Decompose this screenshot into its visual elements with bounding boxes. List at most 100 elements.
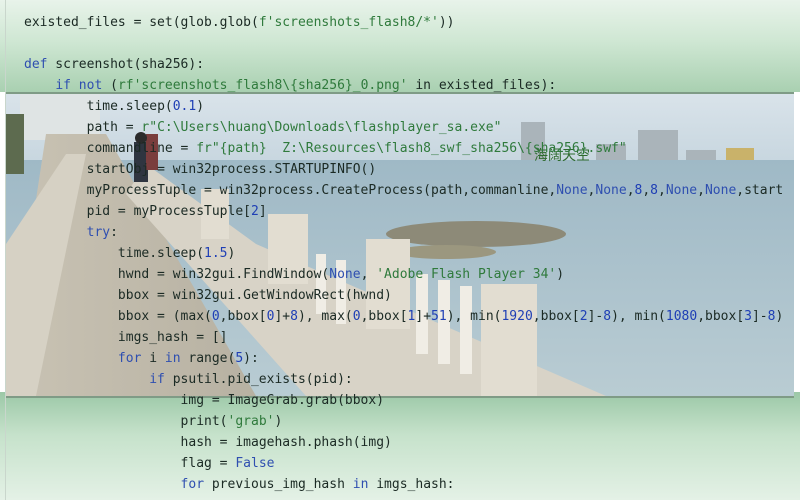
code-token: 0 xyxy=(352,309,361,324)
code-token: in xyxy=(352,477,369,492)
code-token: hwnd = win32gui.FindWindow( xyxy=(117,267,330,282)
code-token: )) xyxy=(438,15,455,30)
code-token: ,bbox[ xyxy=(360,309,408,324)
code-token: ] xyxy=(258,204,267,219)
code-token: screenshot(sha256): xyxy=(47,57,205,72)
code-token: : xyxy=(110,225,118,240)
code-token: ): xyxy=(243,351,259,366)
code-token: None xyxy=(329,267,361,282)
code-token: try xyxy=(86,225,111,240)
code-token: print( xyxy=(180,414,228,429)
code-token: ]+ xyxy=(415,309,432,324)
code-token: 2 xyxy=(251,204,259,219)
code-token: 2 xyxy=(579,309,588,324)
code-token: ), max( xyxy=(297,309,353,324)
code-token: 1080 xyxy=(665,309,698,324)
code-token: ) xyxy=(775,309,784,324)
code-token: ) xyxy=(227,246,236,261)
code-token: 8 xyxy=(290,309,298,324)
code-line: commandline = fr"{path} Z:\Resources\fla… xyxy=(24,138,800,159)
code-token: None xyxy=(595,183,627,198)
code-line: img = ImageGrab.grab(bbox) xyxy=(24,390,800,411)
code-line: hash = imagehash.phash(img) xyxy=(24,432,800,453)
code-token: ,bbox[ xyxy=(532,309,580,324)
code-line: hwnd = win32gui.FindWindow(None, 'Adobe … xyxy=(24,264,800,285)
code-line: time.sleep(1.5) xyxy=(24,243,800,264)
code-line: try: xyxy=(24,222,800,243)
code-token: , xyxy=(658,183,666,198)
code-token: ]- xyxy=(587,309,604,324)
code-line: myProcessTuple = win32process.CreateProc… xyxy=(24,180,800,201)
code-line: bbox = (max(0,bbox[0]+8), max(0,bbox[1]+… xyxy=(24,306,800,327)
code-token: None xyxy=(556,183,588,198)
code-line: path = r"C:\Users\huang\Downloads\flashp… xyxy=(24,117,800,138)
code-token: startObj = win32process.STARTUPINFO() xyxy=(86,162,377,177)
code-token: if not xyxy=(55,78,103,93)
code-token: ) xyxy=(196,99,205,114)
code-token: def xyxy=(24,57,48,72)
code-token: 8 xyxy=(650,183,658,198)
code-token: ) xyxy=(274,414,283,429)
code-token: if xyxy=(149,372,165,387)
code-token: i xyxy=(141,351,165,366)
code-token: imgs_hash: xyxy=(368,477,455,492)
code-token: 3 xyxy=(744,309,752,324)
code-token: path = xyxy=(86,120,142,135)
code-token: time.sleep( xyxy=(86,99,173,114)
code-editor-text[interactable]: existed_files = set(glob.glob(f'screensh… xyxy=(24,12,800,495)
code-token: 'Adobe Flash Player 34' xyxy=(376,267,557,282)
code-token: None xyxy=(665,183,698,198)
code-line: if not (rf'screenshots_flash8\{sha256}_0… xyxy=(24,75,800,96)
code-token: , xyxy=(626,183,635,198)
code-token: , xyxy=(360,267,377,282)
code-token: bbox = win32gui.GetWindowRect(hwnd) xyxy=(117,288,392,303)
code-token: ,start xyxy=(736,183,784,198)
code-line: bbox = win32gui.GetWindowRect(hwnd) xyxy=(24,285,800,306)
code-token: for xyxy=(180,477,205,492)
code-token: in existed_files): xyxy=(407,78,557,93)
trees xyxy=(6,114,24,174)
code-token: , xyxy=(642,183,651,198)
code-line: flag = False xyxy=(24,453,800,474)
code-token: ), min( xyxy=(446,309,502,324)
code-line: time.sleep(0.1) xyxy=(24,96,800,117)
code-line: if psutil.pid_exists(pid): xyxy=(24,369,800,390)
code-line: for i in range(5): xyxy=(24,348,800,369)
code-token: ), min( xyxy=(611,309,666,324)
code-line: imgs_hash = [] xyxy=(24,327,800,348)
code-token: ) xyxy=(556,267,565,282)
code-token: previous_img_hash xyxy=(204,477,353,492)
code-token: in xyxy=(164,351,181,366)
code-token: False xyxy=(235,456,275,471)
code-token: bbox = (max( xyxy=(117,309,212,324)
code-line: def screenshot(sha256): xyxy=(24,54,800,75)
code-token: ]- xyxy=(751,309,768,324)
code-token: 0.1 xyxy=(172,99,197,114)
desktop-composite: 海阔天空 existed_files = set(glob.glob(f'scr… xyxy=(0,0,800,500)
code-line: print('grab') xyxy=(24,411,800,432)
code-token: ,bbox[ xyxy=(697,309,745,324)
code-token: ,bbox[ xyxy=(219,309,267,324)
code-token: img = ImageGrab.grab(bbox) xyxy=(180,393,385,408)
code-line: startObj = win32process.STARTUPINFO() xyxy=(24,159,800,180)
code-token: range( xyxy=(180,351,236,366)
code-token: f'screenshots_flash8/*' xyxy=(258,15,439,30)
code-line: pid = myProcessTuple[2] xyxy=(24,201,800,222)
code-token: myProcessTuple = win32process.CreateProc… xyxy=(86,183,557,198)
code-token: r"C:\Users\huang\Downloads\flashplayer_s… xyxy=(141,120,502,135)
code-token: 1.5 xyxy=(204,246,228,261)
